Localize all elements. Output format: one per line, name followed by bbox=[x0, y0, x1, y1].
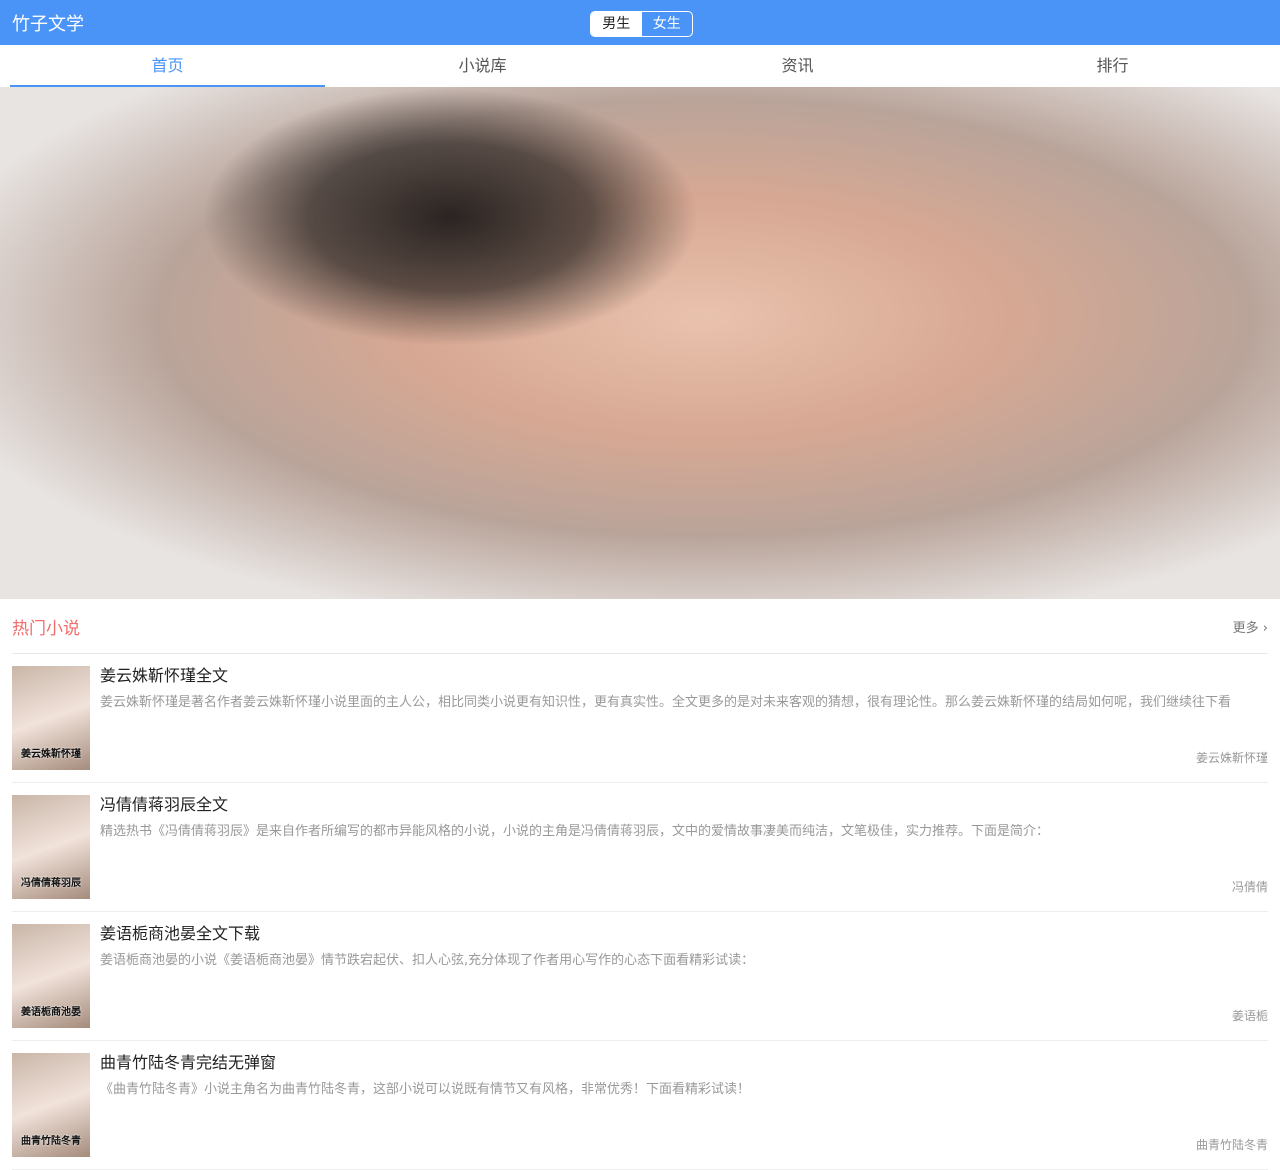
cover-title: 姜云姝靳怀瑾 bbox=[21, 749, 81, 760]
book-description: 姜语栀商池晏的小说《姜语栀商池晏》情节跌宕起伏、扣人心弦,充分体现了作者用心写作… bbox=[100, 953, 755, 968]
chevron-right-icon: › bbox=[1262, 620, 1268, 636]
section-header: 热门小说 更多 › bbox=[12, 599, 1268, 654]
tab-news[interactable]: 资讯 bbox=[640, 45, 955, 87]
book-author: 姜云姝靳怀瑾 bbox=[1195, 751, 1268, 765]
book-author: 曲青竹陆冬青 bbox=[1195, 1138, 1268, 1152]
nav-tabs: 首页 小说库 资讯 排行 bbox=[0, 45, 1280, 87]
cover-title: 姜语栀商池晏 bbox=[21, 1007, 81, 1018]
tab-ranking[interactable]: 排行 bbox=[955, 45, 1270, 87]
book-cover[interactable]: 姜语栀商池晏 bbox=[12, 924, 90, 1028]
book-cover[interactable]: 曲青竹陆冬青 bbox=[12, 1053, 90, 1157]
book-cover[interactable]: 姜云姝靳怀瑾 bbox=[12, 666, 90, 770]
book-item[interactable]: 姜语栀商池晏 姜语栀商池晏全文下载 姜语栀商池晏的小说《姜语栀商池晏》情节跌宕起… bbox=[12, 912, 1268, 1041]
book-title[interactable]: 曲青竹陆冬青完结无弹窗 bbox=[100, 1053, 1268, 1073]
book-description: 《曲青竹陆冬青》小说主角名为曲青竹陆冬青，这部小说可以说既有情节又有风格，非常优… bbox=[100, 1082, 751, 1097]
book-title[interactable]: 姜语栀商池晏全文下载 bbox=[100, 924, 1268, 944]
book-item[interactable]: 冯倩倩蒋羽辰 冯倩倩蒋羽辰全文 精选热书《冯倩倩蒋羽辰》是来自作者所编写的都市异… bbox=[12, 783, 1268, 912]
book-cover[interactable]: 冯倩倩蒋羽辰 bbox=[12, 795, 90, 899]
book-description: 精选热书《冯倩倩蒋羽辰》是来自作者所编写的都市异能风格的小说，小说的主角是冯倩倩… bbox=[100, 824, 1050, 839]
more-label: 更多 bbox=[1232, 620, 1259, 636]
section-title: 热门小说 bbox=[12, 618, 80, 639]
book-list: 姜云姝靳怀瑾 姜云姝靳怀瑾全文 姜云姝靳怀瑾是著名作者姜云姝靳怀瑾小说里面的主人… bbox=[0, 654, 1280, 1170]
banner-image[interactable] bbox=[0, 87, 1280, 599]
book-author: 冯倩倩 bbox=[1231, 880, 1268, 894]
cover-title: 曲青竹陆冬青 bbox=[21, 1136, 81, 1147]
top-bar: 竹子文学 男生 女生 bbox=[0, 0, 1280, 45]
gender-female-button[interactable]: 女生 bbox=[642, 12, 693, 36]
book-description: 姜云姝靳怀瑾是著名作者姜云姝靳怀瑾小说里面的主人公，相比同类小说更有知识性，更有… bbox=[100, 695, 1232, 710]
gender-switch: 男生 女生 bbox=[590, 11, 693, 37]
site-logo[interactable]: 竹子文学 bbox=[12, 10, 84, 36]
cover-title: 冯倩倩蒋羽辰 bbox=[21, 878, 81, 889]
book-author: 姜语栀 bbox=[1231, 1009, 1268, 1023]
book-title[interactable]: 冯倩倩蒋羽辰全文 bbox=[100, 795, 1268, 815]
more-link[interactable]: 更多 › bbox=[1233, 617, 1268, 636]
book-item[interactable]: 曲青竹陆冬青 曲青竹陆冬青完结无弹窗 《曲青竹陆冬青》小说主角名为曲青竹陆冬青，… bbox=[12, 1041, 1268, 1170]
gender-male-button[interactable]: 男生 bbox=[591, 12, 642, 36]
tab-library[interactable]: 小说库 bbox=[325, 45, 640, 87]
tab-home[interactable]: 首页 bbox=[10, 45, 325, 87]
book-title[interactable]: 姜云姝靳怀瑾全文 bbox=[100, 666, 1268, 686]
book-item[interactable]: 姜云姝靳怀瑾 姜云姝靳怀瑾全文 姜云姝靳怀瑾是著名作者姜云姝靳怀瑾小说里面的主人… bbox=[12, 654, 1268, 783]
